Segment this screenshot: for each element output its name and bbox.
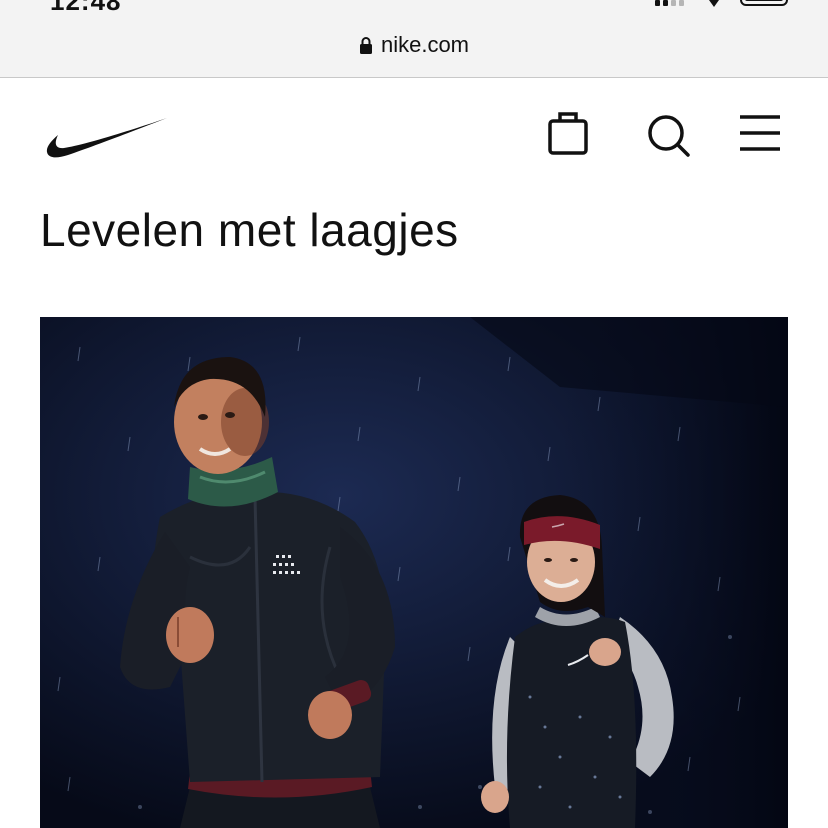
wifi-icon — [709, 0, 719, 7]
swoosh-logo-icon[interactable] — [46, 116, 168, 160]
url-text[interactable]: nike.com — [381, 32, 469, 58]
bag-button[interactable] — [544, 109, 592, 157]
menu-button[interactable] — [736, 109, 784, 157]
lock-icon — [359, 37, 372, 54]
hamburger-menu-icon — [740, 115, 780, 151]
search-icon — [648, 115, 690, 157]
battery-icon — [740, 0, 788, 6]
runners-photo — [40, 317, 788, 828]
signal-strength-icon — [655, 0, 684, 6]
browser-url-bar[interactable]: nike.com — [0, 18, 828, 78]
hero-image[interactable] — [40, 317, 788, 828]
shopping-bag-icon — [548, 112, 588, 155]
page-title: Levelen met laagjes — [40, 204, 459, 256]
status-time: 12:48 — [50, 0, 122, 16]
site-header — [0, 79, 828, 194]
search-button[interactable] — [644, 109, 692, 157]
status-bar: 12:48 — [0, 0, 828, 18]
